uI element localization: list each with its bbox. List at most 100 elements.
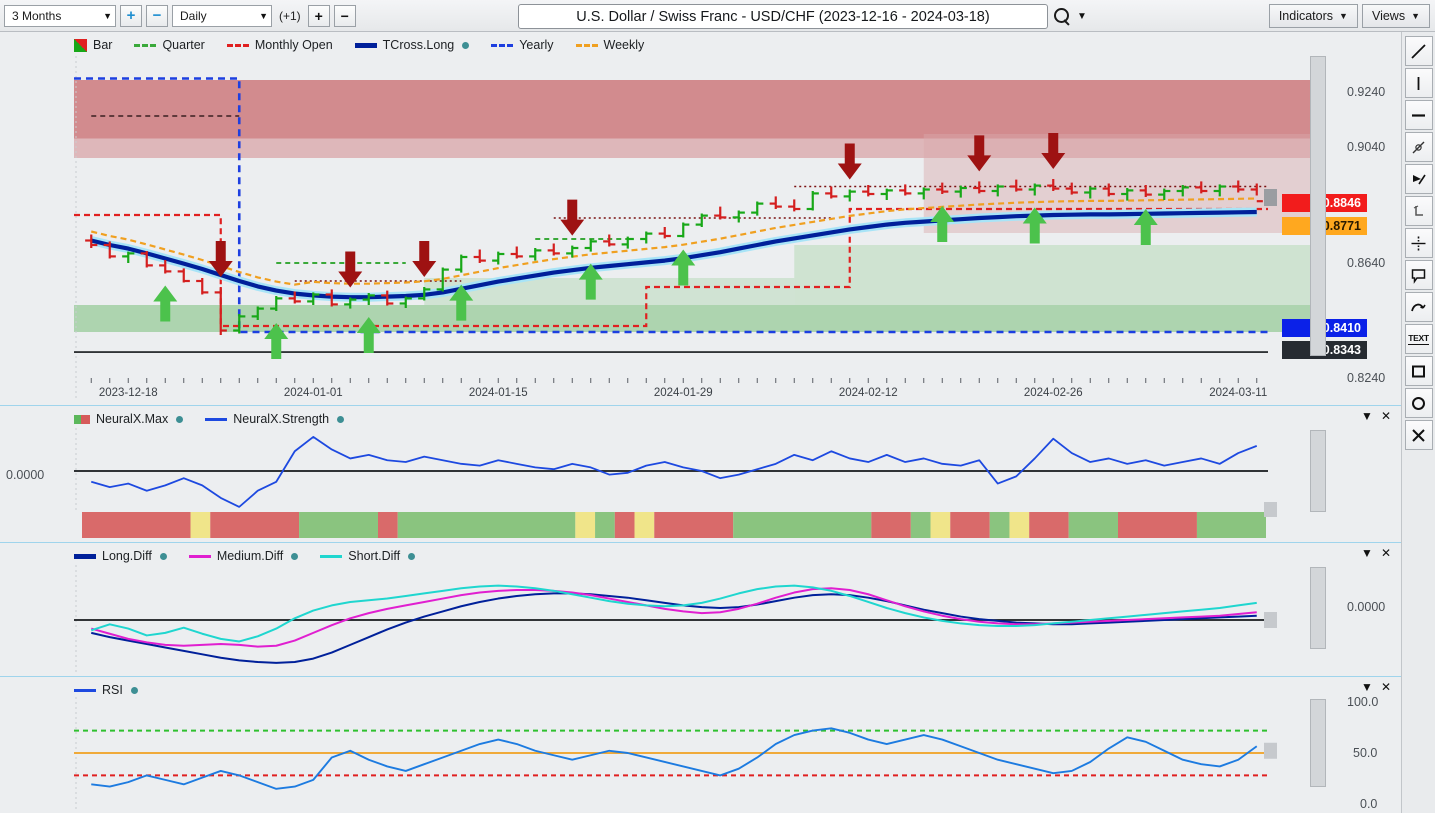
rectangle-tool[interactable] (1404, 356, 1433, 386)
info-dot-icon[interactable] (408, 552, 416, 560)
search-icon[interactable] (1054, 8, 1071, 25)
legend-item-rsi[interactable]: RSI (74, 683, 138, 697)
info-dot-icon[interactable] (130, 686, 138, 694)
price-xtick: 2024-03-11 (1209, 387, 1268, 399)
info-dot-icon[interactable] (462, 41, 470, 49)
rsi-panel-controls: ▼ ✕ (1361, 680, 1391, 694)
info-dot-icon[interactable] (337, 415, 345, 423)
info-dot-icon[interactable] (291, 552, 299, 560)
curve-tool[interactable] (1404, 292, 1433, 322)
legend-item-yearly[interactable]: Yearly (491, 38, 554, 52)
rsi-ytick: 50.0 (1353, 746, 1378, 760)
diff-ytick: 0.0000 (1347, 600, 1386, 614)
chevron-down-icon: ▼ (259, 10, 268, 21)
rsi-vertical-scrollbar[interactable] (1310, 699, 1326, 787)
indicators-button[interactable]: Indicators ▼ (1268, 4, 1358, 28)
legend-item-weekly[interactable]: Weekly (575, 38, 644, 52)
legend-item-long-diff[interactable]: Long.Diff (74, 549, 167, 563)
diff-panel-controls: ▼ ✕ (1361, 546, 1391, 560)
solid-line-icon (188, 554, 211, 558)
views-button[interactable]: Views ▼ (1361, 4, 1430, 28)
rsi-plot[interactable] (74, 697, 1326, 809)
dashed-line-icon (226, 43, 249, 47)
interval-select[interactable]: Daily ▼ (172, 4, 272, 27)
price-panel: Bar Quarter Monthly Open TCross.Long Yea… (0, 32, 1401, 405)
legend-label: Yearly (519, 38, 554, 52)
interval-increase-button[interactable]: + (307, 4, 330, 27)
neuralx-panel: NeuralX.Max NeuralX.Strength ▼ ✕ 0.0000 (0, 405, 1401, 542)
legend-label: Long.Diff (102, 549, 152, 563)
vertical-line-tool[interactable] (1404, 68, 1433, 98)
solid-line-icon (354, 42, 377, 48)
price-xtick: 2023-12-18 (98, 387, 158, 399)
close-icon[interactable]: ✕ (1381, 680, 1391, 694)
legend-label: Short.Diff (348, 549, 401, 563)
collapse-icon[interactable]: ▼ (1361, 546, 1373, 560)
range-select[interactable]: 3 Months ▼ (4, 4, 116, 27)
collapse-icon[interactable]: ▼ (1361, 680, 1373, 694)
text-tool[interactable]: TEXT (1404, 324, 1433, 354)
rsi-ytick: 0.0 (1360, 797, 1378, 811)
legend-label: RSI (102, 683, 123, 697)
legend-item-neuralx-max[interactable]: NeuralX.Max (74, 412, 184, 426)
symbol-input[interactable]: U.S. Dollar / Swiss Franc - USD/CHF (202… (518, 4, 1048, 29)
heatmap-icon (74, 414, 90, 424)
legend-item-quarter[interactable]: Quarter (134, 38, 205, 52)
retracement-tool[interactable] (1404, 196, 1433, 226)
legend-label: NeuralX.Max (96, 412, 169, 426)
info-dot-icon[interactable] (159, 552, 167, 560)
chart-stack: Bar Quarter Monthly Open TCross.Long Yea… (0, 32, 1401, 813)
horizontal-line-tool[interactable] (1404, 100, 1433, 130)
chevron-down-icon: ▼ (1411, 11, 1420, 21)
delete-tool[interactable] (1404, 420, 1433, 450)
solid-line-icon (74, 553, 96, 559)
range-decrease-button[interactable]: − (146, 4, 168, 27)
chevron-down-icon: ▼ (103, 10, 112, 21)
interval-decrease-button[interactable]: − (333, 4, 356, 27)
legend-label: Bar (93, 38, 113, 52)
dashed-line-icon (575, 43, 598, 47)
indicators-label: Indicators (1278, 9, 1334, 23)
neuralx-vertical-scrollbar[interactable] (1310, 430, 1326, 512)
diff-plot[interactable] (74, 565, 1326, 675)
price-vertical-scrollbar[interactable] (1310, 56, 1326, 356)
legend-item-short-diff[interactable]: Short.Diff (320, 549, 416, 563)
legend-label: Quarter (162, 38, 205, 52)
drawing-toolbar: TEXT (1401, 32, 1435, 813)
neuralx-ytick: 0.0000 (6, 468, 45, 482)
close-icon[interactable]: ✕ (1381, 546, 1391, 560)
price-panel-legend: Bar Quarter Monthly Open TCross.Long Yea… (74, 35, 644, 55)
close-icon[interactable]: ✕ (1381, 409, 1391, 423)
views-label: Views (1371, 9, 1406, 23)
legend-item-medium-diff[interactable]: Medium.Diff (188, 549, 299, 563)
trendline-tool[interactable] (1404, 36, 1433, 66)
dashed-line-icon (491, 43, 514, 47)
rsi-panel: RSI ▼ ✕ 100.0 50.0 0.0 (0, 676, 1401, 813)
legend-label: Medium.Diff (216, 549, 284, 563)
rsi-panel-legend: RSI (74, 680, 138, 700)
price-xtick: 2024-02-26 (1023, 387, 1083, 399)
price-xtick: 2024-02-12 (838, 387, 898, 399)
legend-item-monthly-open[interactable]: Monthly Open (226, 38, 333, 52)
neuralx-plot[interactable] (74, 428, 1326, 540)
toolbar-right-group: Indicators ▼ Views ▼ (1268, 4, 1430, 28)
legend-item-neuralx-strength[interactable]: NeuralX.Strength (205, 412, 345, 426)
text-tool-label: TEXT (1408, 333, 1429, 345)
info-dot-icon[interactable] (176, 415, 184, 423)
ellipse-tool[interactable] (1404, 388, 1433, 418)
range-increase-button[interactable]: + (120, 4, 142, 27)
legend-item-bar[interactable]: Bar (74, 38, 112, 52)
ray-tool[interactable] (1404, 132, 1433, 162)
dashed-line-icon (134, 43, 157, 47)
legend-item-tcross-long[interactable]: TCross.Long (354, 38, 470, 52)
range-select-value: 3 Months (12, 8, 62, 23)
solid-line-icon (320, 554, 343, 558)
callout-tool[interactable] (1404, 260, 1433, 290)
legend-label: Monthly Open (254, 38, 333, 52)
price-plot[interactable] (74, 56, 1326, 401)
fibonacci-tool[interactable] (1404, 228, 1433, 258)
pitchfork-tool[interactable] (1404, 164, 1433, 194)
collapse-icon[interactable]: ▼ (1361, 409, 1373, 423)
diff-vertical-scrollbar[interactable] (1310, 567, 1326, 649)
search-dropdown-caret-icon[interactable]: ▼ (1077, 11, 1087, 22)
